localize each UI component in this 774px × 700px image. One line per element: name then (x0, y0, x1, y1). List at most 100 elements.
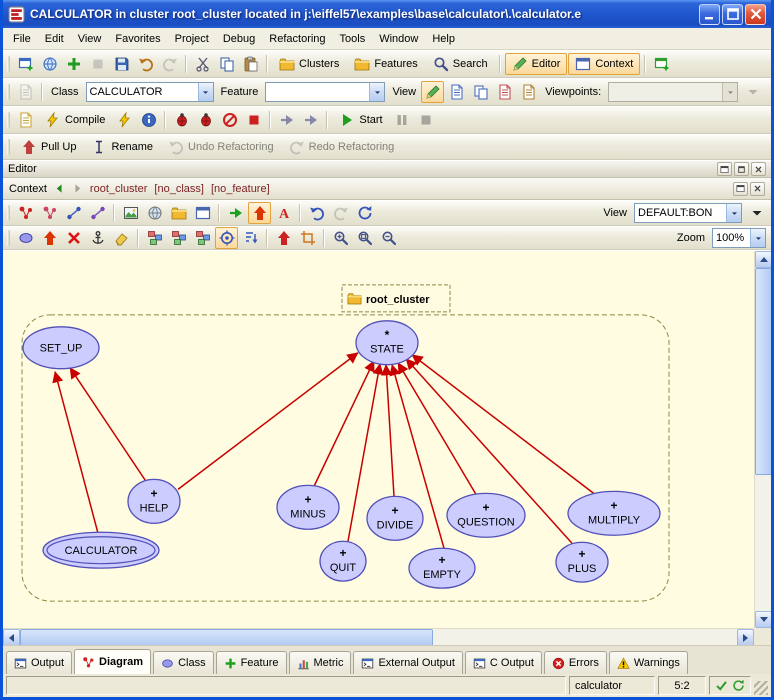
client-link-tool-icon[interactable] (62, 202, 85, 224)
tab-diagram[interactable]: Diagram (74, 649, 151, 674)
minimize-button[interactable] (699, 4, 720, 25)
remove-breakpoints-icon[interactable] (242, 109, 265, 131)
clickable-view-icon[interactable] (445, 81, 468, 103)
tab-c-output[interactable]: C Output (465, 651, 542, 674)
class-node-divide[interactable]: +DIVIDE (367, 496, 423, 540)
toolbar-grip[interactable] (7, 84, 10, 100)
tab-errors[interactable]: Errors (544, 651, 607, 674)
start-button[interactable]: Start (332, 109, 389, 131)
contract-view-icon[interactable] (493, 81, 516, 103)
class-view-tool-icon[interactable] (14, 202, 37, 224)
class-node-state[interactable]: *STATE (356, 321, 418, 365)
layout-diagram-icon[interactable] (143, 227, 166, 249)
text-label-tool-icon[interactable] (272, 202, 295, 224)
diagram-view-combo[interactable]: DEFAULT:BON (634, 203, 742, 223)
tab-warnings[interactable]: Warnings (609, 651, 688, 674)
class-node-calculator[interactable]: CALCULATOR (43, 532, 159, 568)
editor-button[interactable]: Editor (505, 53, 568, 75)
cluster-view-tool-icon[interactable] (38, 202, 61, 224)
feature-combo-dropdown-icon[interactable] (369, 83, 384, 101)
scroll-left-button[interactable] (3, 629, 20, 645)
step-into-icon[interactable] (275, 109, 298, 131)
maximize-button[interactable] (722, 4, 743, 25)
context-close-icon[interactable] (750, 182, 765, 196)
menu-help[interactable]: Help (425, 30, 462, 48)
open-project-icon[interactable] (38, 53, 61, 75)
anchor-tool-icon[interactable] (86, 227, 109, 249)
link-focus-icon[interactable] (224, 202, 247, 224)
search-button[interactable]: Search (426, 53, 495, 75)
clusters-button[interactable]: Clusters (272, 53, 346, 75)
inheritance-arrow-tool-icon[interactable] (38, 227, 61, 249)
freeze-icon[interactable] (113, 109, 136, 131)
new-window-icon[interactable] (14, 53, 37, 75)
eraser-tool-icon[interactable] (110, 227, 133, 249)
sort-classes-icon[interactable] (239, 227, 262, 249)
context-button[interactable]: Context (568, 53, 640, 75)
zoom-fit-icon[interactable] (353, 227, 376, 249)
straighten-links-icon[interactable] (272, 227, 295, 249)
basic-text-view-icon[interactable] (421, 81, 444, 103)
close-button[interactable] (745, 4, 766, 25)
app-icon[interactable] (8, 6, 25, 23)
center-diagram-icon[interactable] (215, 227, 238, 249)
class-node-minus[interactable]: +MINUS (277, 485, 339, 529)
menu-edit[interactable]: Edit (38, 30, 71, 48)
vertical-scroll-thumb[interactable] (755, 268, 771, 475)
toolbar-grip[interactable] (7, 139, 10, 155)
horizontal-scroll-thumb[interactable] (20, 629, 433, 645)
tab-class[interactable]: Class (153, 651, 214, 674)
menu-file[interactable]: File (6, 30, 38, 48)
diagram-refresh-icon[interactable] (353, 202, 376, 224)
tab-metric[interactable]: Metric (289, 651, 352, 674)
panel-close-icon[interactable] (751, 162, 766, 176)
inheritance-link-tool-icon[interactable] (86, 202, 109, 224)
menu-tools[interactable]: Tools (333, 30, 373, 48)
context-feature[interactable]: [no_feature] (211, 183, 270, 195)
ignore-breakpoints-icon[interactable] (218, 109, 241, 131)
add-class-icon[interactable] (62, 53, 85, 75)
feature-combo[interactable] (265, 82, 385, 102)
horizontal-scrollbar[interactable] (3, 628, 754, 645)
diagram-canvas[interactable]: root_clusterSET_UP*STATE+HELPCALCULATOR+… (3, 251, 754, 628)
print-diagram-icon[interactable] (143, 202, 166, 224)
context-class[interactable]: [no_class] (154, 183, 204, 195)
tab-feature[interactable]: Feature (216, 651, 287, 674)
class-figure-tool-icon[interactable] (14, 227, 37, 249)
copy-icon[interactable] (215, 53, 238, 75)
diagram-undo-icon[interactable] (305, 202, 328, 224)
toolbar-grip[interactable] (7, 205, 10, 221)
debug-no-stop-icon[interactable] (194, 109, 217, 131)
menu-window[interactable]: Window (372, 30, 425, 48)
panel-maximize-icon[interactable] (734, 162, 749, 176)
toolbar-grip[interactable] (7, 56, 10, 72)
context-back-icon[interactable] (54, 183, 65, 194)
undo-icon[interactable] (134, 53, 157, 75)
layout-clusters-icon[interactable] (191, 227, 214, 249)
class-node-empty[interactable]: +EMPTY (409, 548, 475, 588)
resize-grip[interactable] (754, 681, 768, 695)
class-node-multiply[interactable]: +MULTIPLY (568, 491, 660, 535)
debug-run-icon[interactable] (170, 109, 193, 131)
melt-icon[interactable] (14, 109, 37, 131)
title-bar[interactable]: CALCULATOR in cluster root_cluster locat… (3, 0, 771, 28)
diagram-view-combo-dropdown-icon[interactable] (726, 204, 741, 222)
pull-up-button[interactable]: Pull Up (14, 136, 83, 158)
interface-view-icon[interactable] (517, 81, 540, 103)
menu-debug[interactable]: Debug (216, 30, 262, 48)
scroll-right-button[interactable] (737, 629, 754, 645)
show-legend-icon[interactable] (191, 202, 214, 224)
class-node-plus[interactable]: +PLUS (556, 542, 608, 582)
toolbar-grip[interactable] (7, 230, 10, 246)
zoom-combo-dropdown-icon[interactable] (750, 229, 765, 247)
vertical-scrollbar[interactable] (754, 251, 771, 628)
tab-external-output[interactable]: External Output (353, 651, 462, 674)
class-node-set_up[interactable]: SET_UP (23, 327, 99, 369)
compile-button[interactable]: Compile (38, 109, 112, 131)
zoom-out-icon[interactable] (377, 227, 400, 249)
export-png-icon[interactable] (119, 202, 142, 224)
zoom-in-icon[interactable] (329, 227, 352, 249)
project-info-icon[interactable] (137, 109, 160, 131)
zoom-combo[interactable]: 100% (712, 228, 766, 248)
tab-output[interactable]: Output (6, 651, 72, 674)
